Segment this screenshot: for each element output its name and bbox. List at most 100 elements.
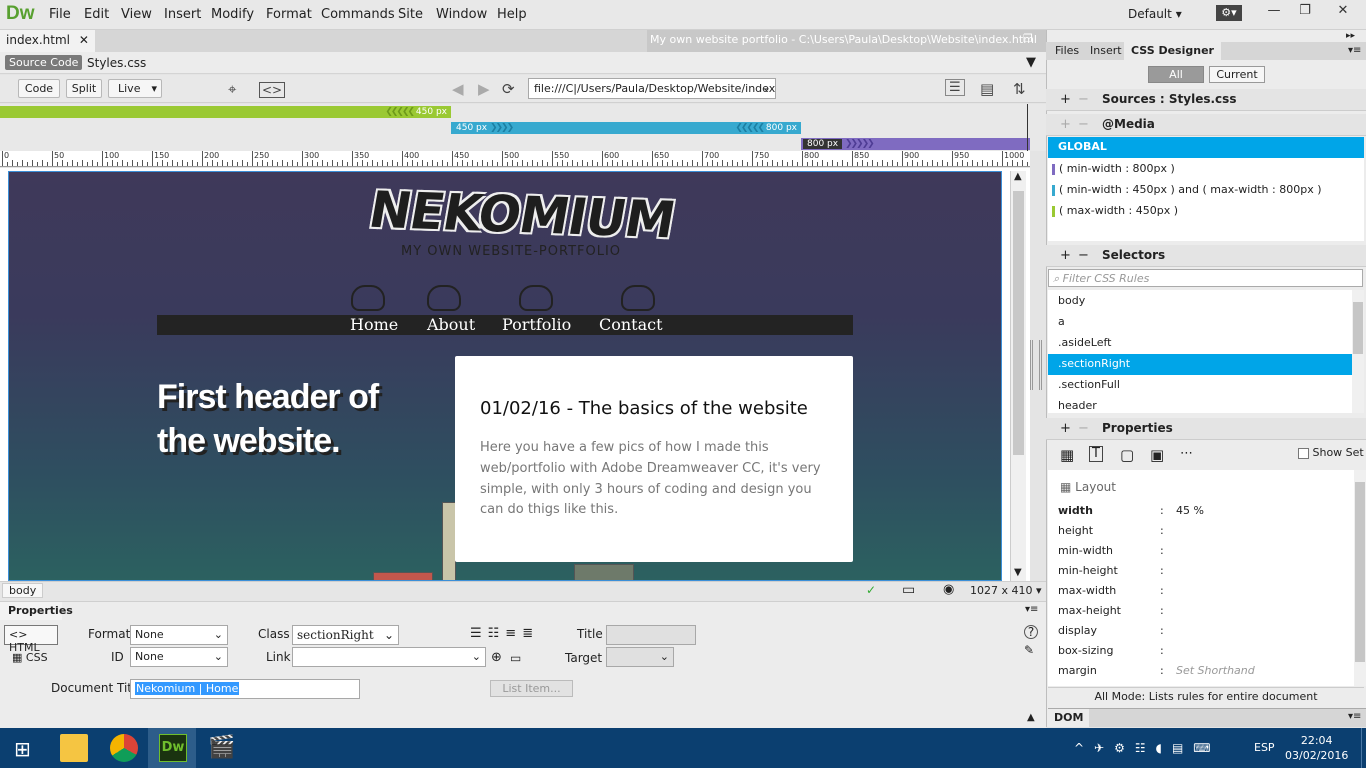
viewport-size[interactable]: 1027 x 410 ▾ [970, 584, 1042, 597]
file-management-icon[interactable]: ☰ [945, 79, 965, 96]
background-category-icon[interactable]: ▣ [1150, 446, 1164, 464]
property-value[interactable]: 45 % [1176, 504, 1204, 517]
filter-css-rules-input[interactable]: ⌕ Filter CSS Rules [1048, 269, 1363, 287]
show-desktop-button[interactable] [1361, 728, 1366, 768]
menu-site[interactable]: Site [398, 7, 423, 22]
scroll-up-icon[interactable]: ▲ [1014, 171, 1022, 182]
property-value[interactable]: Set Shorthand [1176, 664, 1255, 677]
panel-menu-icon[interactable]: ▾≡ [1025, 604, 1038, 615]
quick-tag-editor-icon[interactable]: ✎ [1024, 643, 1034, 657]
help-icon[interactable]: ? [1024, 625, 1038, 639]
property-row-max-height[interactable]: max-height: [1048, 602, 1364, 620]
menu-window[interactable]: Window [436, 7, 487, 22]
panel-menu-icon[interactable]: ▾≡ [1348, 45, 1361, 56]
show-set-checkbox[interactable]: Show Set [1298, 446, 1364, 459]
transfer-icon[interactable]: ⇅ [1013, 80, 1026, 98]
link-input[interactable]: ⌄ [292, 647, 486, 667]
forward-icon[interactable]: ▶ [478, 80, 490, 98]
property-row-max-width[interactable]: max-width: [1048, 582, 1364, 600]
video-app-icon[interactable]: 🎬 [208, 734, 236, 762]
add-media-icon[interactable]: + [1060, 117, 1071, 132]
related-file-styles[interactable]: Styles.css [87, 56, 146, 70]
back-icon[interactable]: ◀ [452, 80, 464, 98]
property-row-width[interactable]: width:45 % [1048, 502, 1364, 520]
class-select[interactable]: sectionRight ⌄ [292, 625, 399, 645]
menu-modify[interactable]: Modify [211, 7, 254, 22]
media-item[interactable]: ( max-width : 450px ) [1048, 201, 1364, 222]
menu-file[interactable]: File [49, 7, 71, 22]
panel-collapse-icon[interactable]: ▸▸ [1346, 31, 1355, 41]
minimize-icon[interactable]: — [1257, 0, 1291, 22]
selector-scrollbar[interactable] [1352, 290, 1364, 413]
remove-source-icon[interactable]: − [1078, 92, 1089, 107]
tab-files[interactable]: Files [1048, 42, 1086, 60]
media-item[interactable]: ( min-width : 450px ) and ( max-width : … [1048, 180, 1364, 201]
file-explorer-icon[interactable] [60, 734, 88, 762]
list-item-button[interactable]: List Item... [490, 680, 573, 697]
selector-item[interactable]: a [1048, 312, 1352, 333]
tab-css-designer[interactable]: CSS Designer [1124, 42, 1221, 60]
windows-start-icon[interactable]: ⊞ [14, 737, 31, 761]
design-view[interactable]: NEKOMIUM MY OWN WEBSITE-PORTFOLIO Home A… [8, 171, 1002, 581]
nav-about[interactable]: About [427, 315, 475, 334]
media-item[interactable]: ( min-width : 800px ) [1048, 159, 1364, 180]
preview-globe-icon[interactable]: ◉ [943, 582, 954, 597]
menu-commands[interactable]: Commands [321, 7, 395, 22]
property-row-min-width[interactable]: min-width: [1048, 542, 1364, 560]
folder-icon[interactable]: ▭ [510, 651, 521, 665]
all-mode-button[interactable]: All [1148, 66, 1204, 83]
tag-selector-body[interactable]: body [2, 583, 44, 598]
code-view-button[interactable]: Code [18, 79, 60, 98]
tab-index-html[interactable]: index.html ✕ [0, 30, 95, 52]
menu-edit[interactable]: Edit [84, 7, 109, 22]
media-query-bar-small[interactable]: ❮❮❮❮❮ 450 px [0, 106, 451, 118]
panel-menu-icon[interactable]: ▾≡ [1348, 711, 1361, 722]
tab-insert[interactable]: Insert [1083, 42, 1129, 60]
dreamweaver-taskbar-icon[interactable]: Dw [159, 734, 187, 762]
page-options-icon[interactable]: ▤ [980, 80, 994, 98]
document-title-input[interactable]: Nekomium | Home [130, 679, 360, 699]
nav-home[interactable]: Home [350, 315, 398, 334]
media-global[interactable]: GLOBAL [1048, 137, 1364, 158]
remove-media-icon[interactable]: − [1078, 117, 1089, 132]
vertical-scrollbar[interactable]: ▲ ▼ [1010, 171, 1026, 581]
property-row-min-height[interactable]: min-height: [1048, 562, 1364, 580]
add-source-icon[interactable]: + [1060, 92, 1071, 107]
sync-settings-icon[interactable]: ⚙▾ [1216, 5, 1242, 21]
point-to-file-icon[interactable]: ⊕ [491, 650, 502, 665]
property-row-margin[interactable]: margin: Set Shorthand [1048, 662, 1364, 680]
format-select[interactable]: None ⌄ [130, 625, 228, 645]
nav-portfolio[interactable]: Portfolio [502, 315, 571, 334]
code-navigator-icon[interactable]: <> [259, 82, 286, 98]
menu-help[interactable]: Help [497, 7, 527, 22]
scroll-down-icon[interactable]: ▼ [1014, 567, 1022, 578]
close-tab-icon[interactable]: ✕ [79, 33, 89, 47]
html-mode-button[interactable]: <> HTML [4, 625, 58, 654]
properties-tab[interactable]: Properties [0, 602, 73, 620]
scroll-thumb[interactable] [1013, 191, 1024, 455]
tab-dom[interactable]: DOM [1048, 709, 1090, 727]
resize-handle[interactable] [1030, 340, 1042, 390]
selector-item[interactable]: header [1048, 396, 1352, 413]
target-select[interactable]: ⌄ [606, 647, 674, 667]
selector-item[interactable]: .sectionFull [1048, 375, 1352, 396]
address-bar[interactable]: file:///C|/Users/Paula/Desktop/Website/i… [528, 78, 776, 99]
property-row-display[interactable]: display: [1048, 622, 1364, 640]
property-row-box-sizing[interactable]: box-sizing: [1048, 642, 1364, 660]
chrome-icon[interactable] [110, 734, 138, 762]
selector-item[interactable]: body [1048, 291, 1352, 312]
input-language[interactable]: ESP [1254, 741, 1275, 754]
section-right-card[interactable]: 01/02/16 - The basics of the website Her… [455, 356, 853, 562]
property-scrollbar[interactable] [1354, 470, 1366, 686]
nav-contact[interactable]: Contact [599, 315, 663, 334]
selector-item-selected[interactable]: .sectionRight [1048, 354, 1352, 375]
add-selector-icon[interactable]: + [1060, 248, 1071, 263]
remove-property-icon[interactable]: − [1078, 421, 1089, 436]
css-mode-button[interactable]: ▦ CSS [12, 651, 48, 664]
media-query-bar-large[interactable]: 800 px ❯❯❯❯❯ [801, 138, 1030, 150]
list-indent-icons[interactable]: ☰☷≡≣ [470, 626, 539, 641]
menu-format[interactable]: Format [266, 7, 312, 22]
taskbar-clock[interactable]: 22:04 03/02/2016 [1285, 733, 1348, 763]
id-select[interactable]: None ⌄ [130, 647, 228, 667]
restore-doc-icon[interactable]: ❐ [1023, 32, 1033, 45]
